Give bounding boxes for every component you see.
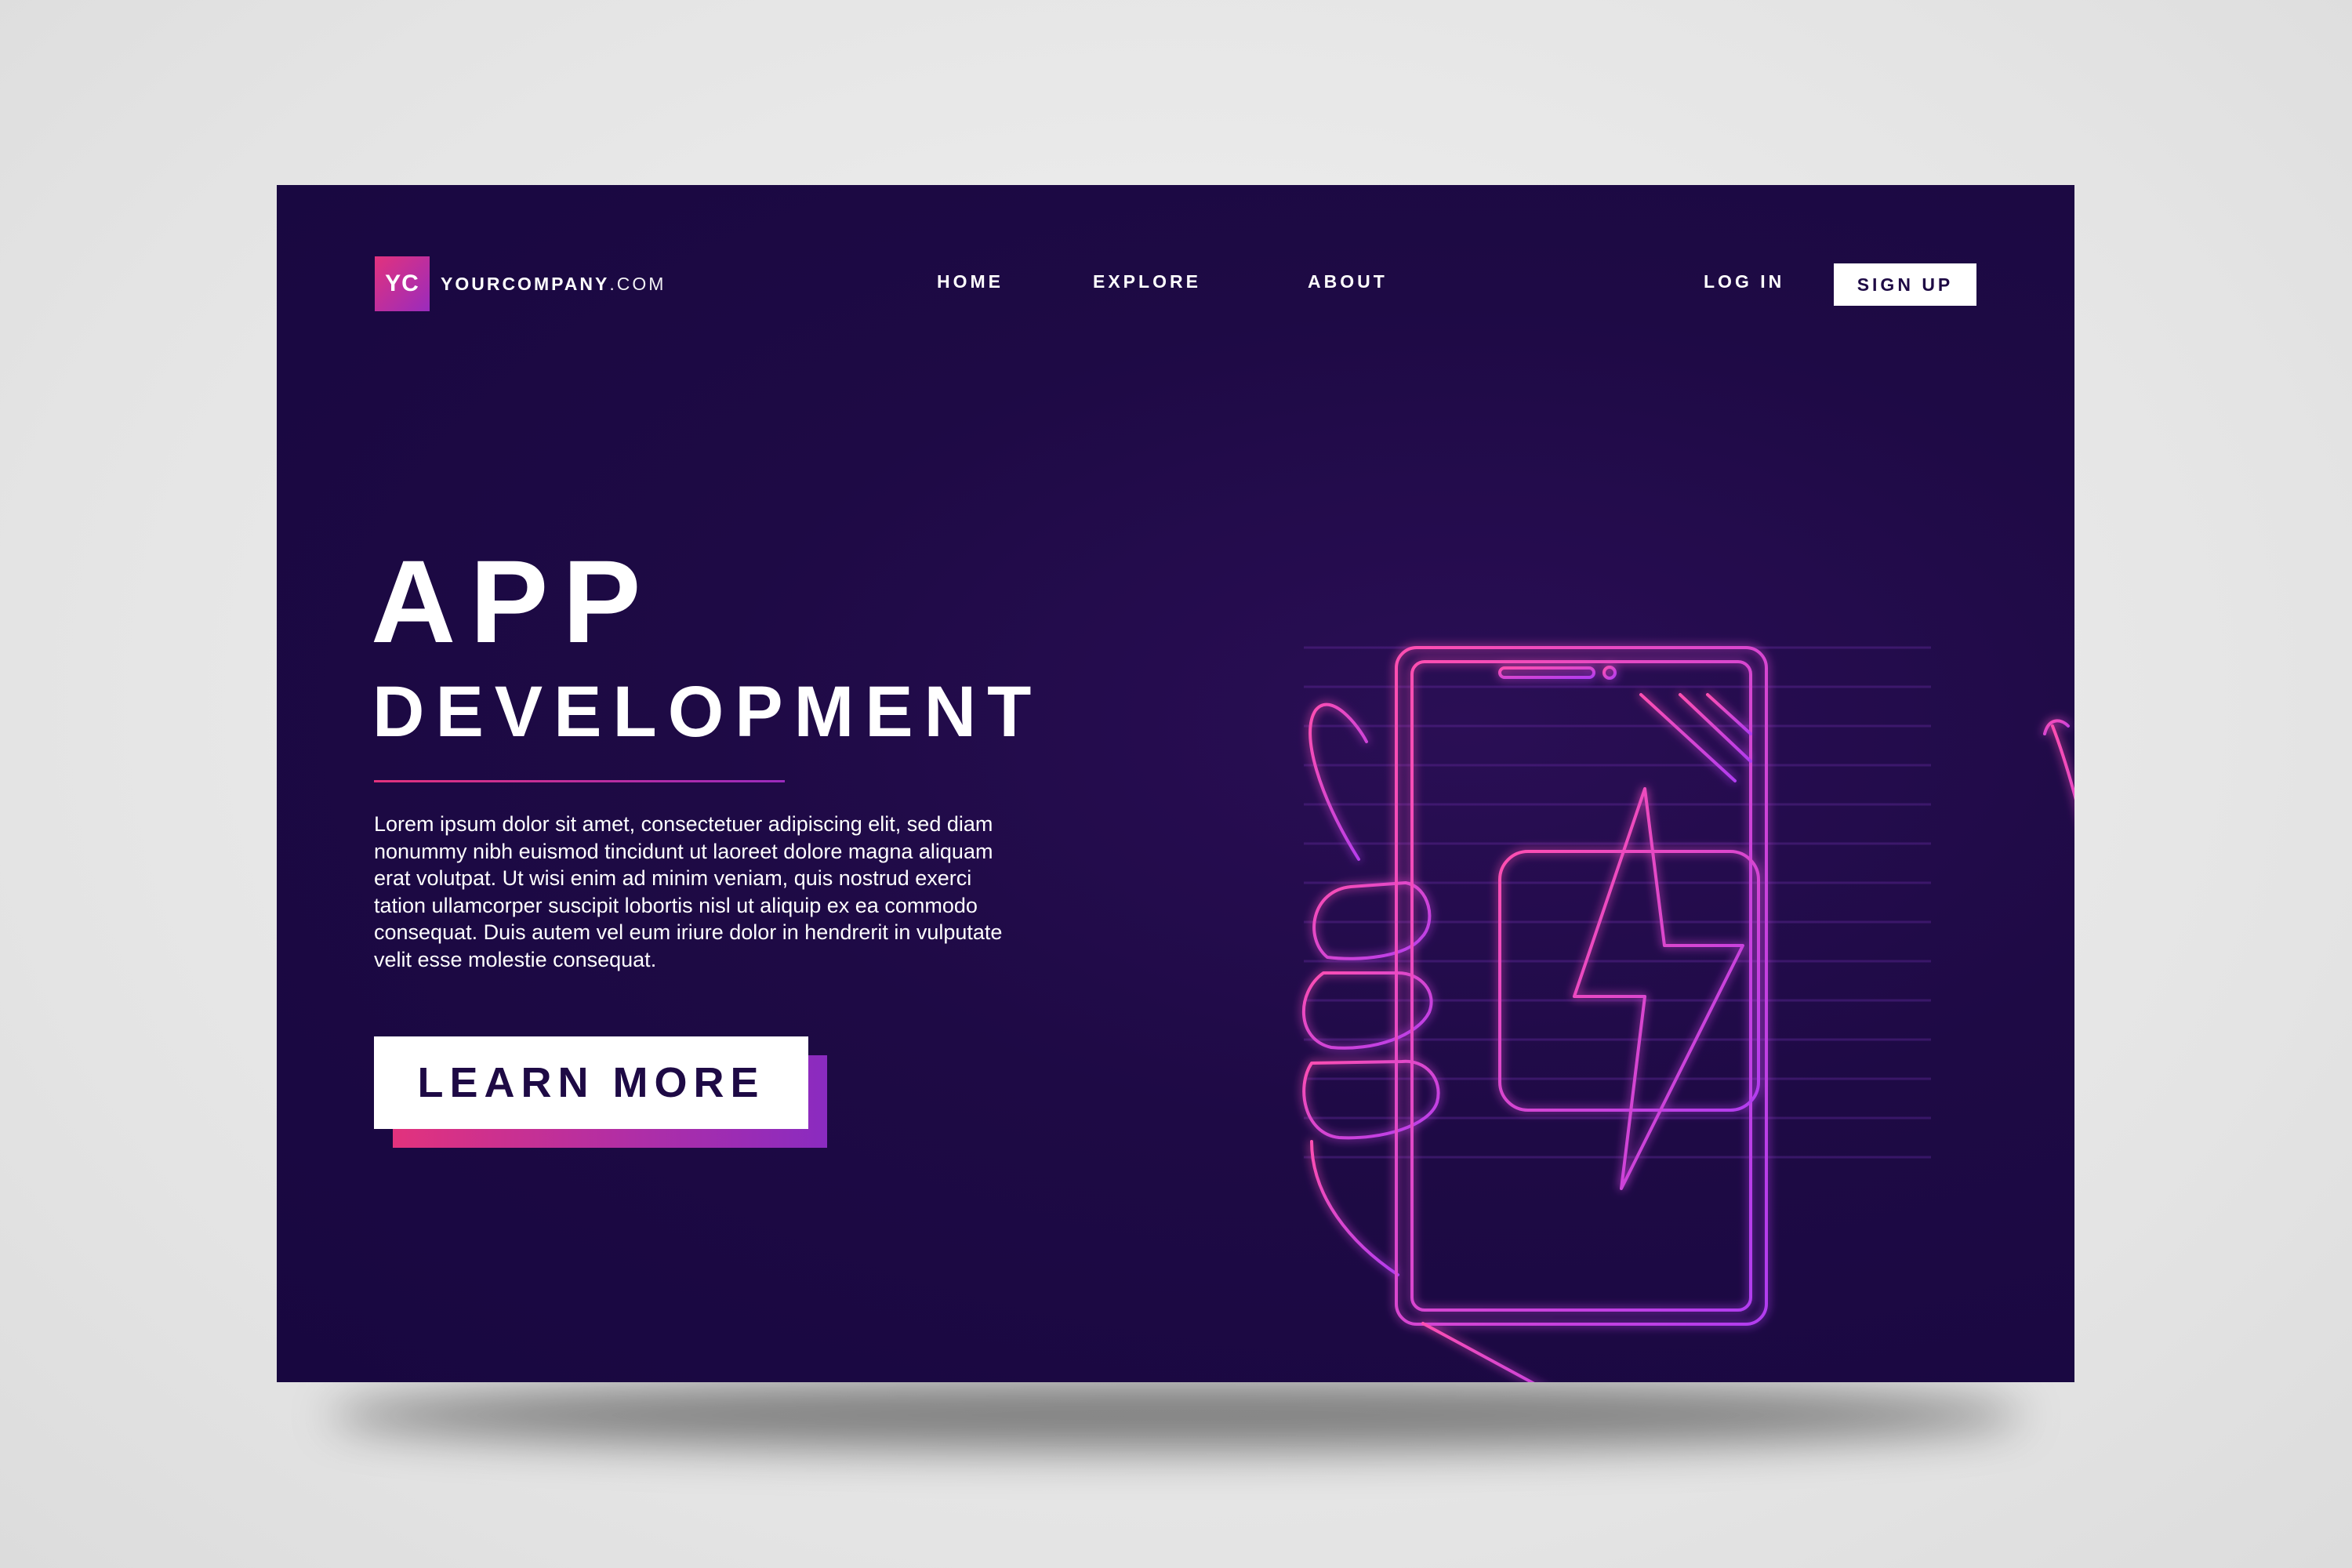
- description-line: consequat. Duis autem vel eum iriure dol…: [374, 920, 1003, 944]
- hero-description: Lorem ipsum dolor sit amet, consectetuer…: [374, 811, 1158, 973]
- learn-more-button[interactable]: LEARN MORE: [374, 1036, 808, 1129]
- description-line: nonummy nibh euismod tincidunt ut laoree…: [374, 839, 993, 863]
- nav-explore[interactable]: EXPLORE: [1093, 271, 1201, 292]
- card-shadow: [329, 1380, 2023, 1450]
- logo-domain: .COM: [609, 273, 666, 294]
- company-logo[interactable]: YC YOURCOMPANY.COM: [375, 256, 666, 311]
- logo-name: YOURCOMPANY: [441, 273, 610, 294]
- logo-badge: YC: [375, 256, 430, 311]
- description-line: velit esse molestie consequat.: [374, 947, 657, 971]
- hand-icon: [1301, 702, 2074, 1276]
- nav-home[interactable]: HOME: [937, 271, 1004, 292]
- description-line: Lorem ipsum dolor sit amet, consectetuer…: [374, 812, 993, 836]
- signup-button[interactable]: SIGN UP: [1834, 263, 1976, 306]
- description-line: tation ullamcorper suscipit lobortis nis…: [374, 893, 978, 917]
- landing-page: YC YOURCOMPANY.COM HOME EXPLORE ABOUT LO…: [277, 185, 2074, 1382]
- nav-about[interactable]: ABOUT: [1308, 271, 1388, 292]
- login-link[interactable]: LOG IN: [1704, 271, 1784, 292]
- phone-illustration: [1301, 646, 2074, 1382]
- smartphone-icon: [1395, 646, 1768, 1382]
- title-divider: [374, 780, 785, 782]
- hero-title-line1: APP: [371, 535, 655, 667]
- hero-title-line2: DEVELOPMENT: [372, 672, 1043, 752]
- logo-wordmark: YOURCOMPANY.COM: [441, 274, 666, 295]
- sparkle-plus-icon: [1588, 1289, 1631, 1331]
- lightning-bolt-icon: [1573, 787, 1744, 1190]
- description-line: erat volutpat. Ut wisi enim ad minim ven…: [374, 866, 972, 890]
